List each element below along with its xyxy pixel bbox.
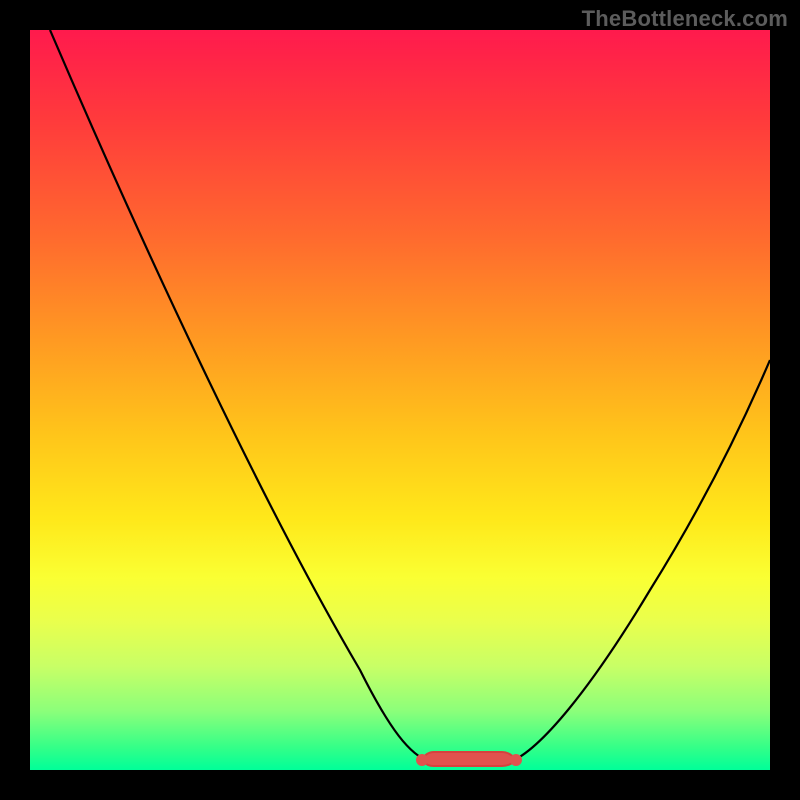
bottleneck-curve-line bbox=[50, 30, 770, 762]
flat-bottom-marker bbox=[422, 752, 516, 766]
flat-bottom-left-cap bbox=[416, 754, 428, 766]
flat-bottom-right-cap bbox=[510, 754, 522, 766]
plot-area bbox=[30, 30, 770, 770]
watermark-text: TheBottleneck.com bbox=[582, 6, 788, 32]
curve-layer bbox=[30, 30, 770, 770]
chart-frame: TheBottleneck.com bbox=[0, 0, 800, 800]
